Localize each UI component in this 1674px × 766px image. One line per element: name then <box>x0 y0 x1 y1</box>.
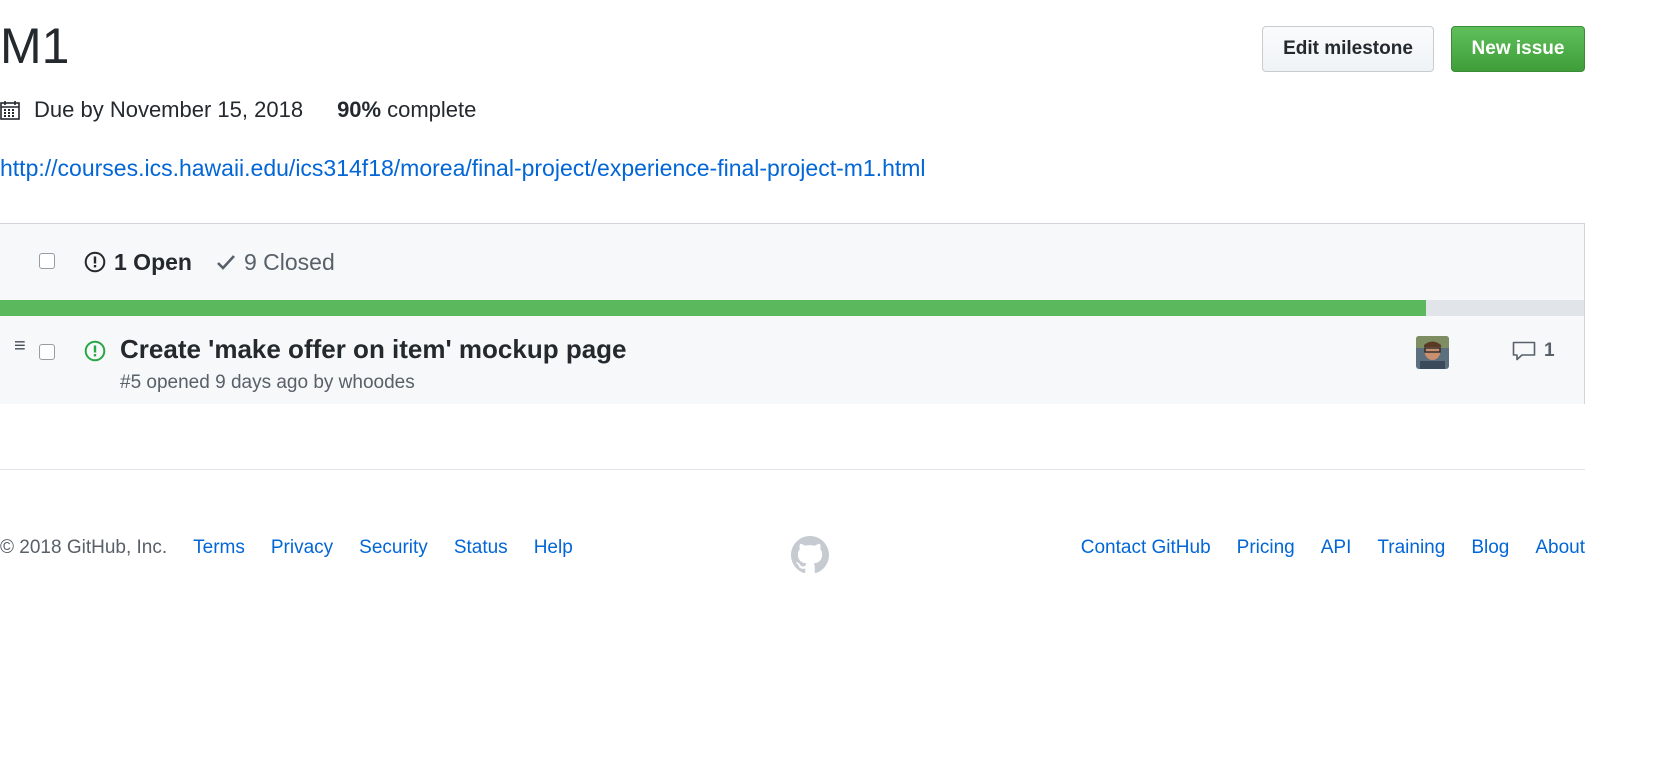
footer-link-terms[interactable]: Terms <box>193 537 245 559</box>
milestone-meta: Due by November 15, 2018 90% complete <box>0 96 476 124</box>
issue-row[interactable]: ≡ Create 'make offer on item' mockup pag… <box>0 316 1584 404</box>
footer-link-api[interactable]: API <box>1321 537 1352 559</box>
issue-checkbox[interactable] <box>39 344 55 360</box>
footer-divider <box>0 469 1585 470</box>
milestone-progress-bar <box>0 300 1584 316</box>
assignee-avatar[interactable] <box>1416 336 1449 369</box>
open-count-label: 1 Open <box>114 248 192 275</box>
github-mark-icon[interactable] <box>791 536 829 579</box>
comment-count-value: 1 <box>1544 340 1555 361</box>
completion-percent: 90% <box>337 97 382 122</box>
footer-left: © 2018 GitHub, Inc. Terms Privacy Securi… <box>0 537 599 559</box>
drag-handle-icon[interactable]: ≡ <box>14 336 26 356</box>
footer-link-security[interactable]: Security <box>359 537 428 559</box>
footer-link-training[interactable]: Training <box>1377 537 1445 559</box>
issue-opened-icon <box>84 251 106 273</box>
footer-copyright: © 2018 GitHub, Inc. <box>0 537 168 558</box>
issues-header: 1 Open 9 Closed <box>0 224 1584 299</box>
issue-meta: #5 opened 9 days ago by whoodes <box>120 372 415 393</box>
comment-icon <box>1512 341 1536 361</box>
closed-count-label: 9 Closed <box>243 248 335 275</box>
footer-link-contact[interactable]: Contact GitHub <box>1081 537 1211 559</box>
footer-link-status[interactable]: Status <box>454 537 508 559</box>
milestone-title: M1 <box>0 18 70 74</box>
check-icon <box>217 255 235 270</box>
footer-link-about[interactable]: About <box>1535 537 1585 559</box>
issues-box: 1 Open 9 Closed ≡ Create 'make offer on … <box>0 223 1585 404</box>
tab-closed[interactable]: 9 Closed <box>216 249 335 276</box>
calendar-icon <box>0 100 20 120</box>
select-all-checkbox[interactable] <box>39 253 55 269</box>
issue-title-link[interactable]: Create 'make offer on item' mockup page <box>120 334 627 365</box>
new-issue-button[interactable]: New issue <box>1451 26 1585 72</box>
footer-link-blog[interactable]: Blog <box>1471 537 1509 559</box>
issue-state-tabs: 1 Open 9 Closed <box>84 246 335 278</box>
tab-open[interactable]: 1 Open <box>84 249 192 276</box>
milestone-description-link[interactable]: http://courses.ics.hawaii.edu/ics314f18/… <box>0 155 926 182</box>
footer-link-privacy[interactable]: Privacy <box>271 537 333 559</box>
issue-opened-icon <box>84 340 106 367</box>
footer-link-pricing[interactable]: Pricing <box>1237 537 1295 559</box>
edit-milestone-button[interactable]: Edit milestone <box>1262 26 1434 72</box>
completion-label: complete <box>387 97 477 122</box>
footer-right: Contact GitHub Pricing API Training Blog… <box>1055 537 1585 559</box>
footer-link-help[interactable]: Help <box>534 537 573 559</box>
milestone-progress-fill <box>0 300 1426 316</box>
due-date: Due by November 15, 2018 <box>34 97 304 122</box>
comment-count[interactable]: 1 <box>1512 340 1555 362</box>
